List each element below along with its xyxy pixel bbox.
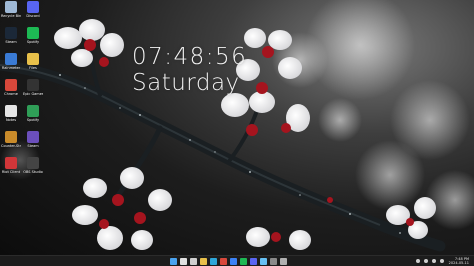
file-icon (5, 105, 17, 117)
taskbar: 7:48 PM 2024-05-11 (0, 255, 474, 266)
desktop-icon[interactable]: Riot Client (1, 157, 21, 174)
desktop-icon-label: Steam (27, 144, 39, 148)
desktop: Recycle Bin Discord Steam Spotify Rainmeter F… (0, 0, 474, 266)
gear-icon (280, 258, 287, 265)
spotify-icon (240, 258, 247, 265)
desktop-icon[interactable]: Files (23, 53, 43, 70)
recycle-bin-icon (5, 1, 17, 13)
clock-widget: 07:48:56 Saturday (132, 44, 247, 96)
wallpaper-cherry-blossom (0, 0, 474, 252)
desktop-icon-label: Spotify (26, 118, 40, 122)
chevron-up-icon[interactable] (416, 259, 420, 263)
spotify-button[interactable] (240, 258, 247, 265)
steam-icon (5, 27, 17, 39)
search-button[interactable] (180, 258, 187, 265)
desktop-icon-label: Discord (26, 14, 40, 18)
desktop-icon[interactable]: Epic Games (23, 79, 43, 96)
wifi-icon[interactable] (424, 259, 428, 263)
obs-icon (27, 157, 39, 169)
desktop-icon[interactable]: Chrome (1, 79, 21, 96)
desktop-icon[interactable]: Spotify (23, 27, 43, 44)
discord-icon (27, 1, 39, 13)
folder-icon (200, 258, 207, 265)
start-button[interactable] (170, 258, 177, 265)
tray-date: 2024-05-11 (448, 261, 469, 265)
tray-clock[interactable]: 7:48 PM 2024-05-11 (449, 257, 469, 265)
edge-button[interactable] (210, 258, 217, 265)
steam-button[interactable] (260, 258, 267, 265)
obs-icon (270, 258, 277, 265)
desktop-icon-label: Counter-Strike 2 (1, 144, 21, 148)
game-icon (27, 131, 39, 143)
battery-icon[interactable] (440, 259, 444, 263)
app-icon (27, 105, 39, 117)
windows-logo-icon (170, 258, 177, 265)
tray-icons[interactable] (416, 259, 450, 264)
desktop-icon-label: Rainmeter (1, 66, 21, 70)
desktop-icon[interactable]: Spotify (23, 105, 43, 122)
chrome-icon (220, 258, 227, 265)
chrome-button[interactable] (220, 258, 227, 265)
desktop-icon[interactable]: Steam (23, 131, 43, 148)
search-icon (180, 258, 187, 265)
discord-icon (250, 258, 257, 265)
desktop-icon-label: Epic Games (23, 92, 43, 96)
desktop-icon-grid: Recycle Bin Discord Steam Spotify Rainmeter F… (1, 1, 63, 191)
desktop-icon-label: Notes (5, 118, 17, 122)
store-icon (230, 258, 237, 265)
task-view-button[interactable] (190, 258, 197, 265)
edge-icon (210, 258, 217, 265)
spotify-icon (27, 27, 39, 39)
chrome-icon (5, 79, 17, 91)
clock-day: Saturday (132, 70, 240, 96)
desktop-icon-label: Steam (5, 40, 17, 44)
steam-icon (260, 258, 267, 265)
desktop-icon-label: Chrome (4, 92, 18, 96)
folder-icon (27, 53, 39, 65)
rainmeter-icon (5, 53, 17, 65)
clock-time: 07:48:56 (132, 44, 248, 70)
desktop-icon-label: Spotify (26, 40, 40, 44)
settings-button[interactable] (280, 258, 287, 265)
store-button[interactable] (230, 258, 237, 265)
discord-button[interactable] (250, 258, 257, 265)
desktop-icon-label: Recycle Bin (1, 14, 21, 18)
file-explorer-button[interactable] (200, 258, 207, 265)
riot-icon (5, 157, 17, 169)
epic-games-icon (27, 79, 39, 91)
obs-button[interactable] (270, 258, 277, 265)
desktop-icon[interactable]: OBS Studio (23, 157, 43, 174)
desktop-icon-label: Riot Client (1, 170, 21, 174)
cs2-icon (5, 131, 17, 143)
task-view-icon (190, 258, 197, 265)
desktop-icon[interactable]: Notes (1, 105, 21, 122)
desktop-icon[interactable]: Steam (1, 27, 21, 44)
desktop-icon-label: OBS Studio (23, 170, 43, 174)
desktop-icon[interactable]: Discord (23, 1, 43, 18)
desktop-icon[interactable]: Rainmeter (1, 53, 21, 70)
desktop-icon-label: Files (29, 66, 37, 70)
volume-icon[interactable] (432, 259, 436, 263)
desktop-icon[interactable]: Recycle Bin (1, 1, 21, 18)
desktop-icon[interactable]: Counter-Strike 2 (1, 131, 21, 148)
